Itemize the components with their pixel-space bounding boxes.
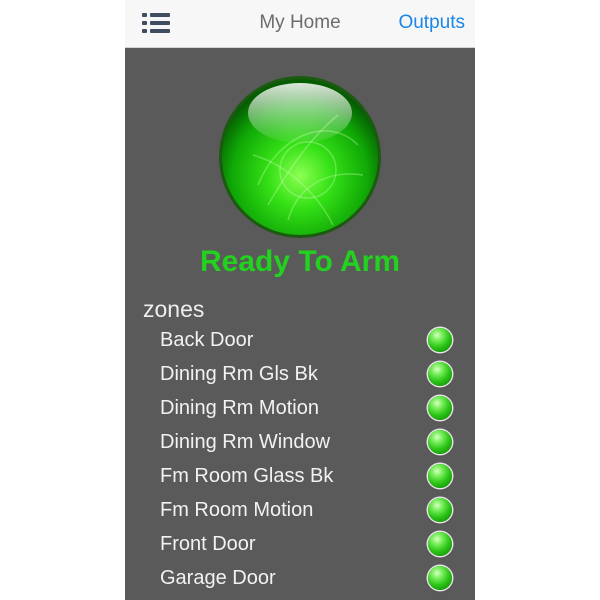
- app-screen: My Home Outputs Ready To Arm zones Back …: [125, 0, 475, 600]
- zone-status-led-icon: [428, 396, 452, 420]
- zone-name: Dining Rm Gls Bk: [160, 363, 318, 385]
- zone-status-led-icon: [428, 498, 452, 522]
- arm-status-text: Ready To Arm: [199, 245, 401, 278]
- zone-row-front-door[interactable]: Front Door: [125, 527, 475, 561]
- zone-status-led-icon: [428, 464, 452, 488]
- zone-row-dining-rm-gls-bk[interactable]: Dining Rm Gls Bk: [125, 357, 475, 391]
- outputs-link[interactable]: Outputs: [398, 12, 465, 34]
- zone-list: Back Door Dining Rm Gls Bk Dining Rm Mot…: [125, 323, 475, 595]
- zone-name: Garage Door: [160, 567, 276, 589]
- zone-name: Back Door: [160, 329, 254, 351]
- zone-status-led-icon: [428, 566, 452, 590]
- status-orb-icon[interactable]: [218, 75, 382, 239]
- zone-name: Dining Rm Window: [160, 431, 331, 453]
- zone-row-back-door[interactable]: Back Door: [125, 323, 475, 357]
- zone-name: Fm Room Motion: [160, 499, 314, 521]
- zones-header: zones: [143, 296, 205, 322]
- zone-row-fm-room-motion[interactable]: Fm Room Motion: [125, 493, 475, 527]
- zone-status-led-icon: [428, 532, 452, 556]
- zone-row-garage-door[interactable]: Garage Door: [125, 561, 475, 595]
- zone-name: Front Door: [160, 533, 256, 555]
- zone-row-dining-rm-window[interactable]: Dining Rm Window: [125, 425, 475, 459]
- zone-name: Fm Room Glass Bk: [160, 465, 334, 487]
- zone-status-led-icon: [428, 362, 452, 386]
- zone-status-led-icon: [428, 328, 452, 352]
- zone-name: Dining Rm Motion: [160, 397, 319, 419]
- navigation-bar: My Home Outputs: [125, 0, 475, 48]
- zone-row-dining-rm-motion[interactable]: Dining Rm Motion: [125, 391, 475, 425]
- zone-status-led-icon: [428, 430, 452, 454]
- zone-row-fm-room-glass-bk[interactable]: Fm Room Glass Bk: [125, 459, 475, 493]
